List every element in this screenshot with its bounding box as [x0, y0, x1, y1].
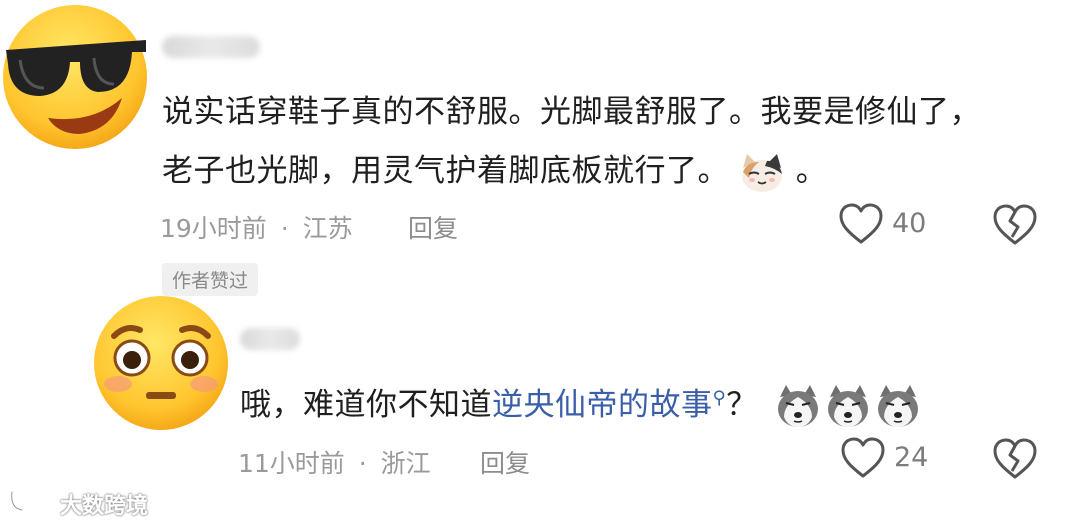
- broken-heart-icon: [993, 204, 1037, 245]
- watermark-text: 大数跨境: [60, 494, 149, 519]
- author-name[interactable]: [240, 328, 300, 350]
- author-liked-badge: 作者赞过: [162, 263, 259, 296]
- husky-emoji-group: [774, 383, 924, 431]
- comment-meta: 11小时前 · 浙江: [238, 444, 431, 480]
- cat-emoji-icon: [739, 152, 785, 194]
- meta-separator: ·: [358, 449, 367, 478]
- comment-text: 哦，难道你不知道逆央仙帝的故事⚲？: [240, 379, 924, 431]
- broken-heart-icon: [993, 438, 1037, 479]
- reply-button[interactable]: 回复: [480, 444, 530, 480]
- like-button[interactable]: 24: [840, 436, 940, 482]
- sunglasses-emoji-icon: [3, 5, 147, 149]
- dislike-button[interactable]: [992, 203, 1038, 247]
- comment-location: 江苏: [302, 214, 353, 243]
- search-icon: ⚲: [712, 387, 727, 409]
- heart-outline-icon: [841, 437, 885, 478]
- reply-button[interactable]: 回复: [408, 209, 458, 245]
- like-button[interactable]: 40: [838, 202, 938, 248]
- flushed-emoji-icon: [94, 296, 228, 430]
- comment-meta: 19小时前 · 江苏: [160, 209, 353, 245]
- husky-emoji-icon: [778, 383, 920, 428]
- comment-time: 11小时前: [238, 449, 345, 478]
- author-name[interactable]: [162, 36, 260, 58]
- avatar[interactable]: [0, 0, 150, 150]
- avatar[interactable]: [92, 294, 230, 432]
- comment-text-line1: 说实话穿鞋子真的不舒服。光脚最舒服了。我要是修仙了，: [162, 94, 981, 130]
- like-count: 24: [894, 442, 929, 473]
- like-count: 40: [892, 208, 927, 239]
- comment-time: 19小时前: [160, 214, 267, 243]
- meta-separator: ·: [280, 214, 289, 243]
- watermark-logo-icon: [9, 490, 51, 512]
- heart-outline-icon: [839, 203, 883, 244]
- dislike-button[interactable]: [992, 437, 1038, 481]
- search-link[interactable]: 逆央仙帝的故事⚲: [492, 387, 726, 423]
- comment-text-line2: 老子也光脚，用灵气护着脚底板就行了。 。: [162, 145, 827, 194]
- comment-location: 浙江: [380, 449, 431, 478]
